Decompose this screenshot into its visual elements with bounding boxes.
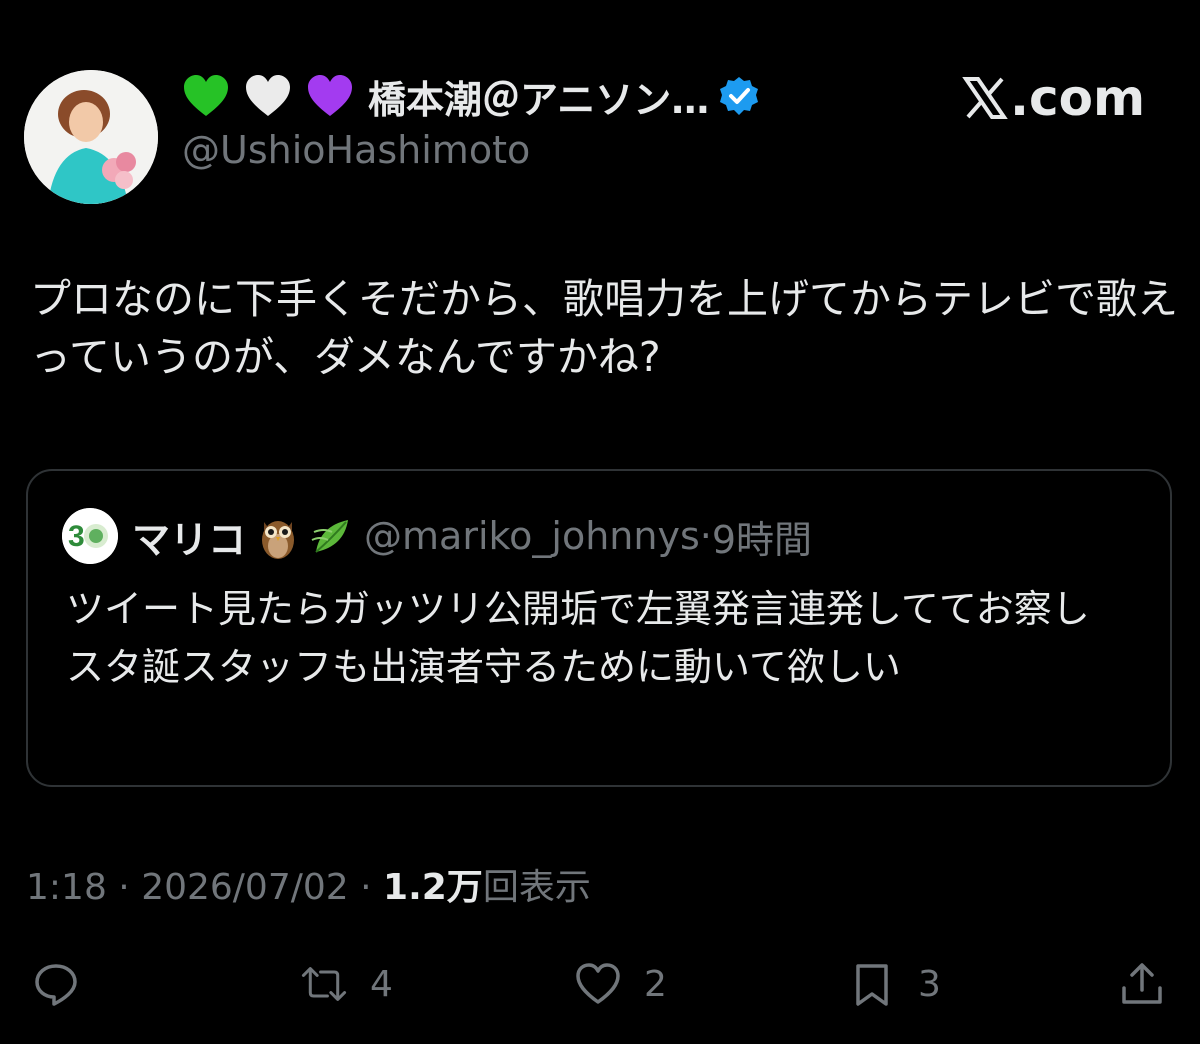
quoted-handle: @mariko_johnnys bbox=[364, 514, 700, 558]
tweet-meta: 1:18 · 2026/07/02 · 1.2万回表示 bbox=[26, 858, 591, 910]
views-label: 回表示 bbox=[482, 867, 591, 908]
meta-separator: · bbox=[106, 867, 142, 908]
share-button[interactable] bbox=[1118, 956, 1166, 1012]
purple-heart-icon bbox=[308, 75, 352, 116]
owl-icon bbox=[262, 521, 295, 559]
tweet-time: 1:18 bbox=[26, 867, 107, 908]
verified-badge-icon bbox=[720, 77, 759, 115]
retweet-count: 4 bbox=[370, 963, 393, 1005]
quoted-display-name: マリコ bbox=[132, 517, 247, 562]
bookmark-button[interactable]: 3 bbox=[848, 956, 941, 1012]
quoted-time: 9時間 bbox=[711, 517, 813, 562]
heart-icon bbox=[576, 963, 620, 1004]
author-handle[interactable]: @UshioHashimoto bbox=[182, 128, 530, 172]
views-count: 1.2万 bbox=[383, 867, 483, 908]
quoted-separator: · bbox=[699, 514, 712, 558]
leaf-fluttering-in-wind-icon bbox=[311, 520, 349, 553]
bookmark-icon bbox=[856, 964, 888, 1006]
reply-icon bbox=[35, 964, 77, 1006]
x-logo-icon bbox=[962, 77, 1008, 119]
like-button[interactable]: 2 bbox=[574, 956, 667, 1012]
retweet-button[interactable]: 4 bbox=[300, 956, 393, 1012]
white-heart-icon bbox=[246, 75, 290, 116]
retweet-icon bbox=[301, 967, 347, 1001]
green-heart-icon bbox=[184, 75, 228, 116]
share-icon bbox=[1122, 963, 1162, 1004]
reply-button[interactable] bbox=[32, 956, 102, 1012]
tweet-text: プロなのに下手くそだから、歌唱力を上げてからテレビで歌えっていうのが、ダメなんで… bbox=[30, 275, 1178, 381]
quoted-tweet-text: ツイート見たらガッツリ公開垢で左翼発言連発しててお察し スタ誕スタッフも出演者守… bbox=[66, 587, 1090, 689]
x-com-brand: .com bbox=[962, 69, 1146, 127]
author-name-row[interactable]: 橋本潮＠アニソン… bbox=[182, 70, 759, 122]
like-count: 2 bbox=[644, 963, 667, 1005]
quoted-author-avatar[interactable]: 3 bbox=[62, 508, 118, 564]
meta-separator: · bbox=[348, 867, 384, 908]
bookmark-count: 3 bbox=[918, 963, 941, 1005]
author-display-name: 橋本潮＠アニソン… bbox=[368, 77, 710, 122]
author-avatar[interactable] bbox=[24, 70, 158, 204]
svg-text:3: 3 bbox=[68, 520, 85, 553]
brand-domain-text: .com bbox=[1010, 69, 1146, 127]
tweet-date: 2026/07/02 bbox=[141, 867, 349, 908]
quoted-tweet-header[interactable]: 3 マリコ @mariko_johnnys · 9時間 bbox=[62, 508, 813, 564]
